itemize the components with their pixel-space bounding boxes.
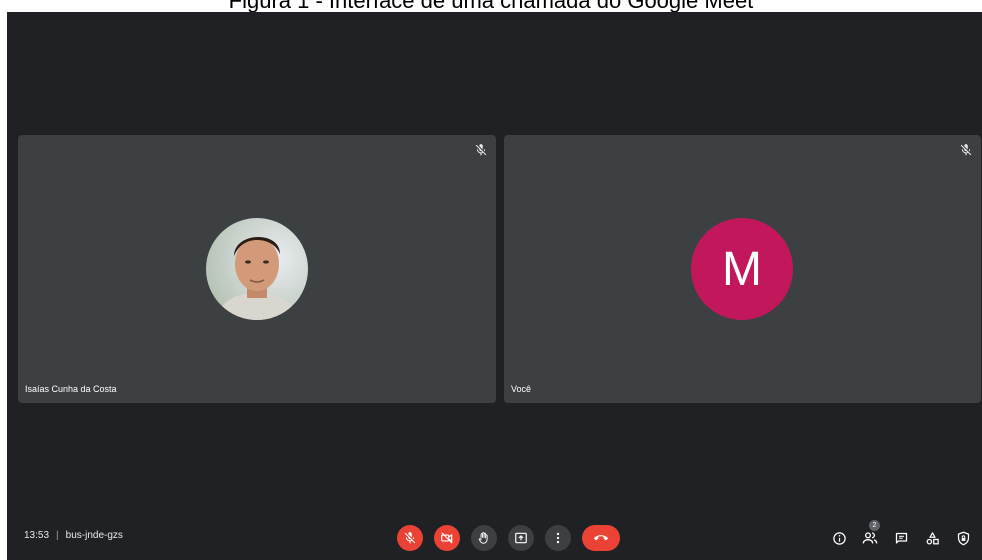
end-call-icon xyxy=(594,535,608,541)
toggle-mic-button[interactable] xyxy=(397,525,423,551)
participant-name: Você xyxy=(511,384,532,394)
participant-initial-avatar: M xyxy=(691,218,793,320)
meeting-code: bus-jnde-gzs xyxy=(65,530,123,541)
host-controls-icon xyxy=(957,531,969,545)
mic-off-icon xyxy=(960,144,972,156)
activities-button[interactable] xyxy=(923,529,941,547)
people-icon xyxy=(862,532,878,544)
avatar-initial: M xyxy=(722,242,762,296)
mic-off-icon xyxy=(475,144,487,156)
camera-off-icon xyxy=(441,532,453,544)
info-icon xyxy=(832,531,846,545)
center-controls xyxy=(397,524,631,552)
toggle-camera-button[interactable] xyxy=(434,525,460,551)
meeting-time: 13:53 xyxy=(24,530,50,541)
more-options-button[interactable] xyxy=(545,525,571,551)
mic-off-icon xyxy=(404,532,416,544)
meet-call-window: Isaías Cunha da Costa M Você 13:53 | bus-j… xyxy=(7,12,982,560)
people-count-badge: 2 xyxy=(869,520,880,531)
raise-hand-button[interactable] xyxy=(471,525,497,551)
raise-hand-icon xyxy=(478,532,488,544)
host-controls-button[interactable] xyxy=(954,529,972,547)
activities-icon xyxy=(926,531,939,544)
meeting-details: 13:53 | bus-jnde-gzs xyxy=(24,530,123,541)
meeting-details-button[interactable] xyxy=(830,529,848,547)
side-panel-controls: 2 xyxy=(817,520,972,547)
chat-button[interactable] xyxy=(892,529,910,547)
chat-icon xyxy=(895,532,907,543)
end-call-button[interactable] xyxy=(582,525,620,551)
participant-tile-isaias[interactable]: Isaías Cunha da Costa xyxy=(18,135,496,403)
people-button[interactable]: 2 xyxy=(861,520,880,547)
present-screen-button[interactable] xyxy=(508,525,534,551)
participant-tile-you[interactable]: M Você xyxy=(504,135,981,403)
participant-photo-avatar xyxy=(206,218,308,320)
call-control-bar: 13:53 | bus-jnde-gzs 2 xyxy=(7,516,982,560)
more-options-icon xyxy=(556,532,560,544)
present-screen-icon xyxy=(515,532,527,544)
participant-name: Isaías Cunha da Costa xyxy=(25,384,117,394)
meeting-separator: | xyxy=(56,530,59,541)
caption-text: Figura 1 - Interface de uma chamada do G… xyxy=(0,0,982,12)
figure-caption: Figura 1 - Interface de uma chamada do G… xyxy=(0,0,982,12)
